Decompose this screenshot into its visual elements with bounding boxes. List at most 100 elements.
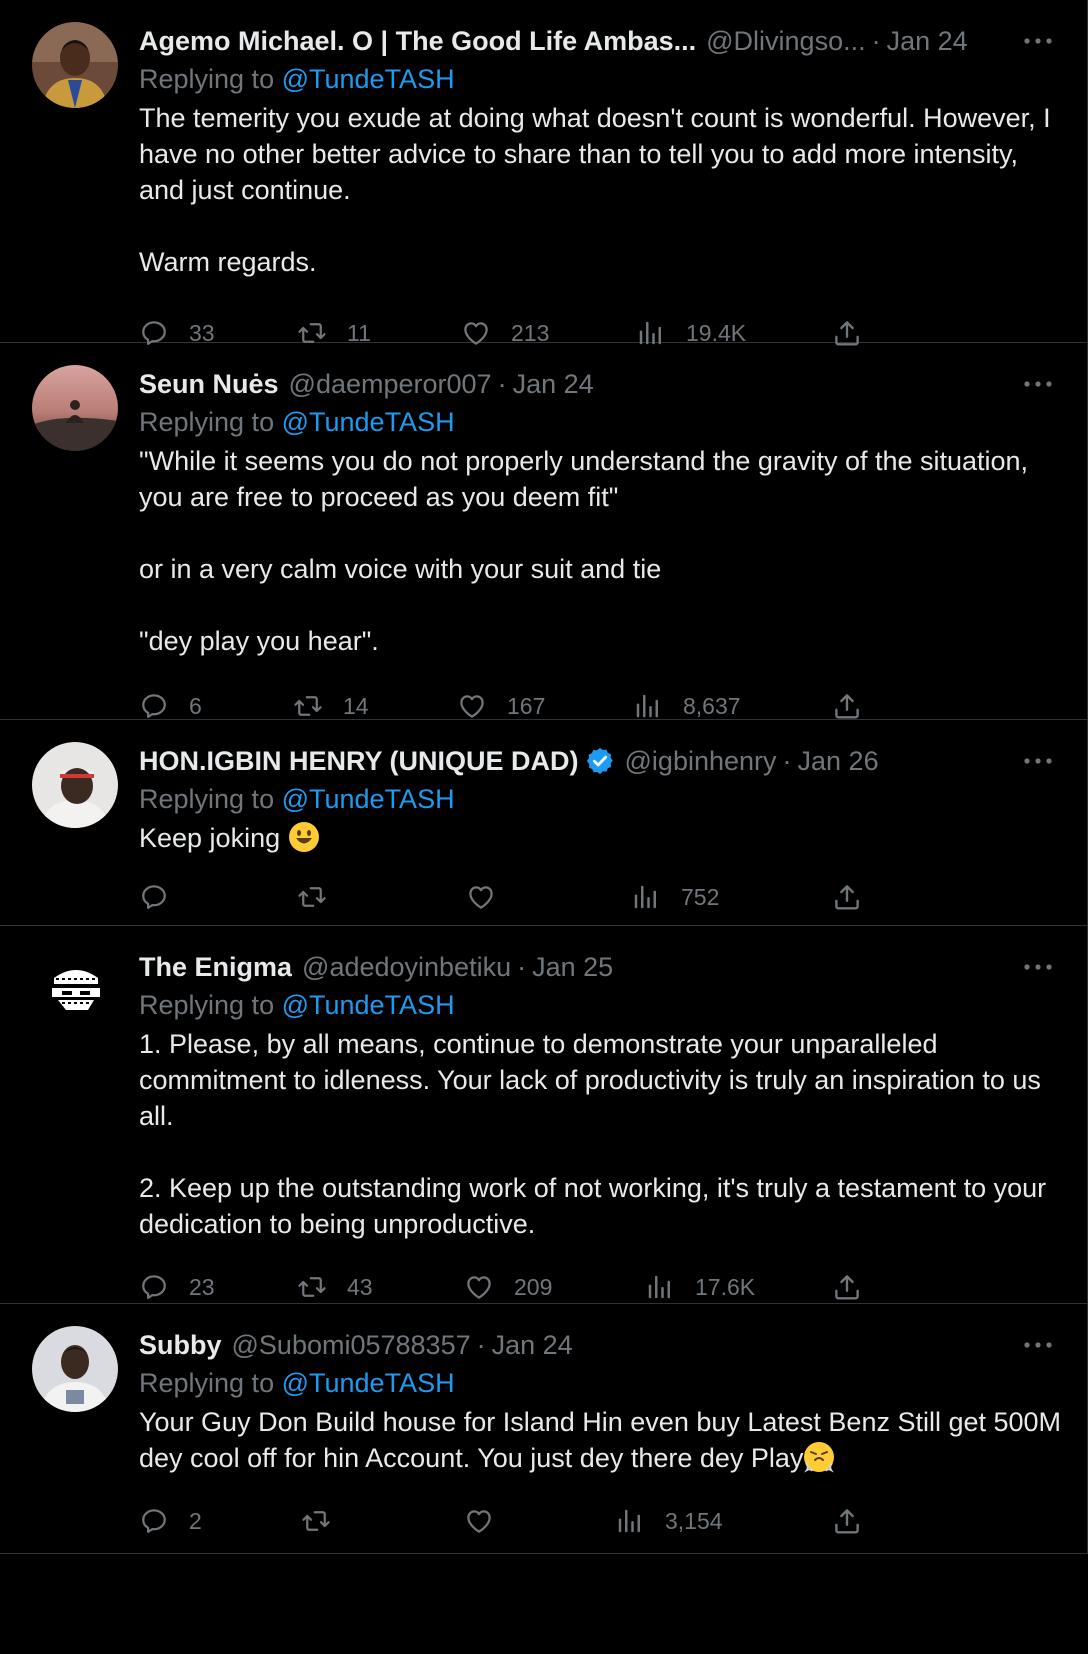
tweet-text: Keep joking [139,820,1067,856]
views-count: 752 [681,883,720,910]
author-handle[interactable]: @daemperor007 [289,369,492,400]
author-name[interactable]: HON.IGBIN HENRY (UNIQUE DAD) [139,746,579,777]
retweet-icon [297,882,327,912]
more-icon [1023,37,1053,45]
action-bar: 2 3,154 [139,1488,1067,1568]
mention-link[interactable]: @TundeTASH [282,990,455,1020]
tweet-paragraph: Your Guy Don Build house for Island Hin … [139,1404,1067,1476]
tweet-date[interactable]: Jan 24 [492,1330,573,1361]
avatar[interactable] [32,22,118,108]
tweet-header: HON.IGBIN HENRY (UNIQUE DAD) @igbinhenry… [139,742,1067,780]
share-button[interactable] [832,880,862,914]
views-button[interactable]: 17.6K [645,1270,755,1304]
avatar[interactable] [32,365,118,451]
like-button[interactable]: 167 [457,689,545,723]
like-button[interactable] [464,1504,514,1538]
like-button[interactable] [466,880,516,914]
mention-link[interactable]: @TundeTASH [282,1368,455,1398]
like-icon [464,1506,494,1536]
author-name[interactable]: Seun Nuės [139,369,279,400]
retweet-icon [301,1506,331,1536]
reply-button[interactable]: 6 [139,689,202,723]
retweet-button[interactable]: 43 [297,1270,373,1304]
retweet-button[interactable] [301,1504,351,1538]
author-handle[interactable]: @adedoyinbetiku [302,952,511,983]
retweet-button[interactable] [297,880,347,914]
reply-tweet[interactable]: The Enigma @adedoyinbetiku · Jan 25 Repl… [0,926,1087,1304]
more-options-button[interactable] [1023,1326,1053,1364]
mention-link[interactable]: @TundeTASH [282,407,455,437]
reply-count: 6 [189,692,202,719]
reply-button[interactable]: 23 [139,1270,215,1304]
replying-to-label: Replying to [139,784,275,814]
tweet-header: The Enigma @adedoyinbetiku · Jan 25 [139,948,1067,986]
dot-separator: · [497,368,507,399]
more-icon [1023,963,1053,971]
author-name[interactable]: Subby [139,1330,222,1361]
reply-tweet[interactable]: Agemo Michael. O | The Good Life Ambas..… [0,0,1087,346]
more-options-button[interactable] [1023,742,1053,780]
like-icon [457,691,487,721]
like-icon [466,882,496,912]
tweet-date[interactable]: Jan 26 [798,746,879,777]
more-options-button[interactable] [1023,22,1053,60]
more-icon [1023,1341,1053,1349]
steam-face-emoji-icon [804,1442,835,1473]
tweet-paragraph: Warm regards. [139,247,317,277]
views-count: 17.6K [695,1273,756,1300]
tweet-date[interactable]: Jan 24 [887,26,968,57]
share-button[interactable] [832,1270,862,1304]
reply-icon [139,1272,169,1302]
author-name[interactable]: The Enigma [139,952,292,983]
like-icon [464,1272,494,1302]
mention-link[interactable]: @TundeTASH [282,64,455,94]
reply-icon [139,882,169,912]
share-icon [832,882,862,912]
like-button[interactable]: 209 [464,1270,552,1304]
tweet-paragraph-text: Keep joking [139,823,281,853]
views-button[interactable]: 3,154 [615,1504,723,1538]
more-options-button[interactable] [1023,365,1053,403]
author-handle[interactable]: @Dlivingso... [706,26,865,57]
tweet-text: The temerity you exude at doing what doe… [139,100,1067,280]
views-count: 3,154 [665,1507,723,1534]
reply-icon [139,691,169,721]
verified-badge-icon [586,747,613,775]
reply-button[interactable] [139,880,189,914]
timeline: Agemo Michael. O | The Good Life Ambas..… [0,0,1088,1554]
share-button[interactable] [832,689,862,723]
dot-separator: · [517,951,527,982]
tweet-paragraph-text: Your Guy Don Build house for Island Hin … [139,1407,1062,1473]
reply-tweet[interactable]: HON.IGBIN HENRY (UNIQUE DAD) @igbinhenry… [0,720,1087,926]
replying-to: Replying to @TundeTASH [139,60,1067,98]
reply-button[interactable]: 2 [139,1504,202,1538]
like-count: 167 [507,692,546,719]
author-name[interactable]: Agemo Michael. O | The Good Life Ambas..… [139,26,696,57]
retweet-icon [293,691,323,721]
tweet-date[interactable]: Jan 24 [513,369,594,400]
mention-link[interactable]: @TundeTASH [282,784,455,814]
author-handle[interactable]: @igbinhenry [625,746,777,777]
share-button[interactable] [832,1504,862,1538]
views-button[interactable]: 752 [631,880,719,914]
avatar[interactable] [32,742,118,828]
views-icon [631,882,661,912]
avatar[interactable] [32,1326,118,1412]
more-options-button[interactable] [1023,948,1053,986]
retweet-count: 14 [343,692,369,719]
reply-tweet[interactable]: Seun Nuės @daemperor007 · Jan 24 Replyin… [0,343,1087,720]
tweet-text: 1. Please, by all means, continue to dem… [139,1026,1067,1242]
retweet-button[interactable]: 14 [293,689,369,723]
replying-to: Replying to @TundeTASH [139,1364,1067,1402]
tweet-text: "While it seems you do not properly unde… [139,443,1067,659]
views-button[interactable]: 8,637 [633,689,741,723]
author-handle[interactable]: @Subomi05788357 [232,1330,471,1361]
views-icon [615,1506,645,1536]
reply-count: 23 [189,1273,215,1300]
tweet-paragraph: The temerity you exude at doing what doe… [139,103,1051,205]
reply-tweet[interactable]: Subby @Subomi05788357 · Jan 24 Replying … [0,1304,1087,1554]
avatar[interactable] [32,948,118,1034]
tweet-date[interactable]: Jan 25 [532,952,613,983]
more-icon [1023,380,1053,388]
tweet-header: Agemo Michael. O | The Good Life Ambas..… [139,22,1067,60]
